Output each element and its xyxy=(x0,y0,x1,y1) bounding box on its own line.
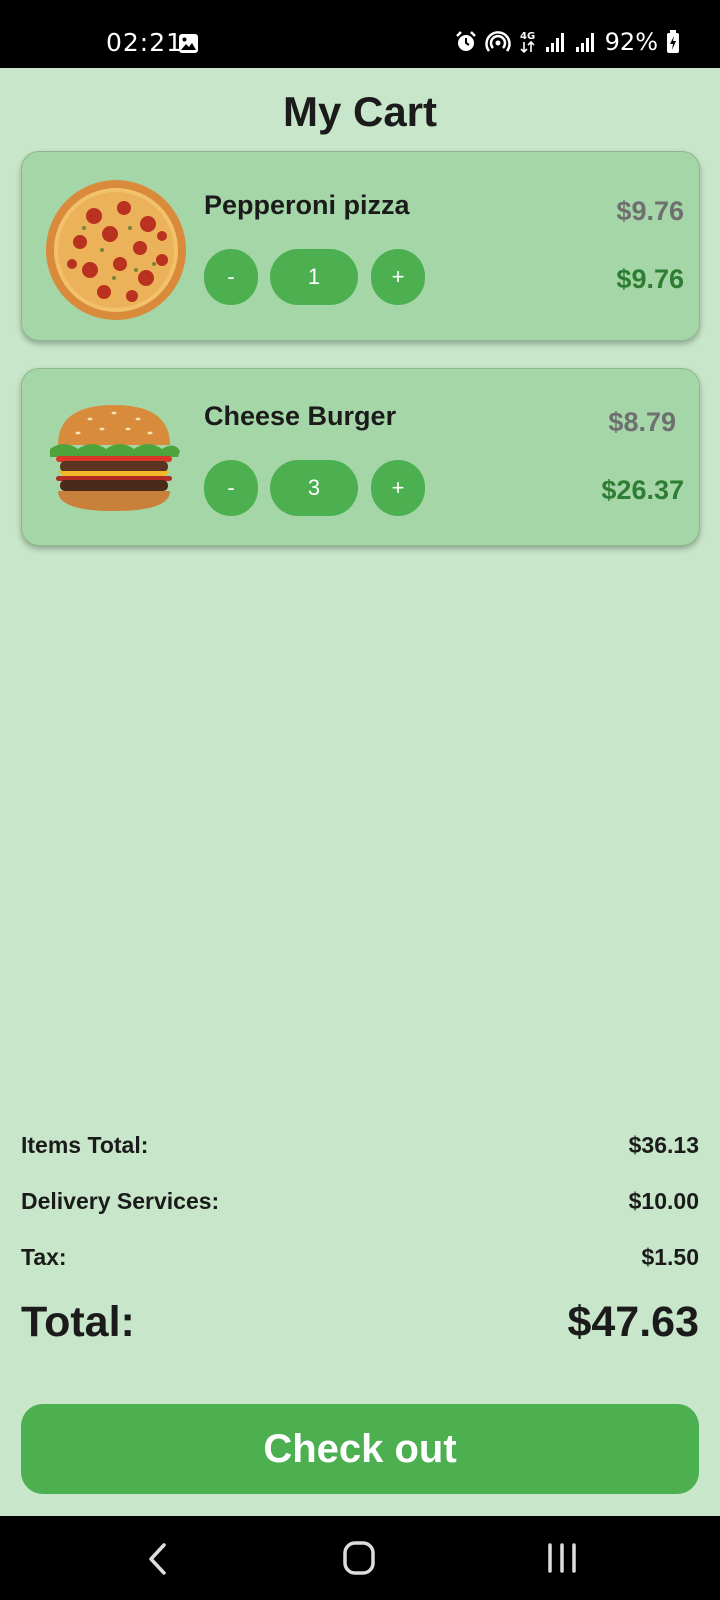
tax-value: $1.50 xyxy=(641,1244,699,1270)
cart-item-card: Cheese Burger - 3 + $8.79 $26.37 xyxy=(21,368,700,546)
checkout-button[interactable]: Check out xyxy=(21,1404,699,1494)
gallery-icon xyxy=(179,34,198,53)
quantity-value: 3 xyxy=(270,460,358,516)
hotspot-icon xyxy=(484,31,511,52)
item-name: Pepperoni pizza xyxy=(204,190,410,220)
delivery-value: $10.00 xyxy=(628,1188,699,1214)
cart-item-card: Pepperoni pizza - 1 + $9.76 $9.76 xyxy=(21,151,700,341)
svg-text:4G: 4G xyxy=(520,31,535,42)
home-icon[interactable] xyxy=(342,1540,376,1576)
pepperoni-pizza-image xyxy=(46,180,186,320)
status-bar: 02:21 4G 92% xyxy=(0,0,720,68)
4g-icon: 4G xyxy=(520,31,535,54)
item-name: Cheese Burger xyxy=(204,401,397,431)
items-total-value: $36.13 xyxy=(628,1132,699,1158)
increase-quantity-button[interactable]: + xyxy=(371,460,425,516)
line-total: $26.37 xyxy=(601,475,684,505)
status-time: 02:21 xyxy=(106,28,184,57)
line-total: $9.76 xyxy=(616,264,684,294)
signal-icon xyxy=(575,33,594,52)
grand-total-value: $47.63 xyxy=(567,1298,699,1346)
grand-total-row: Total: $47.63 xyxy=(21,1298,699,1347)
page-title: My Cart xyxy=(282,88,438,135)
tax-label: Tax: xyxy=(21,1244,67,1270)
increase-quantity-button[interactable]: + xyxy=(371,249,425,305)
signal-icon xyxy=(545,33,564,52)
decrease-quantity-button[interactable]: - xyxy=(204,460,258,516)
decrease-quantity-button[interactable]: - xyxy=(204,249,258,305)
delivery-row: Delivery Services: $10.00 xyxy=(21,1188,699,1215)
battery-percent: 92% xyxy=(604,28,658,56)
alarm-icon xyxy=(455,31,476,51)
items-total-row: Items Total: $36.13 xyxy=(21,1132,699,1159)
unit-price: $9.76 xyxy=(616,196,684,226)
cheese-burger-image xyxy=(50,405,180,511)
grand-total-label: Total: xyxy=(21,1298,135,1346)
back-icon[interactable] xyxy=(146,1542,168,1576)
tax-row: Tax: $1.50 xyxy=(21,1244,699,1271)
battery-charging-icon xyxy=(667,30,679,53)
quantity-value: 1 xyxy=(270,249,358,305)
items-total-label: Items Total: xyxy=(21,1132,149,1158)
navigation-bar xyxy=(0,1516,720,1600)
status-icons: 4G 92% xyxy=(455,28,680,56)
recent-apps-icon[interactable] xyxy=(546,1542,578,1574)
unit-price: $8.79 xyxy=(608,407,676,437)
delivery-label: Delivery Services: xyxy=(21,1188,220,1214)
